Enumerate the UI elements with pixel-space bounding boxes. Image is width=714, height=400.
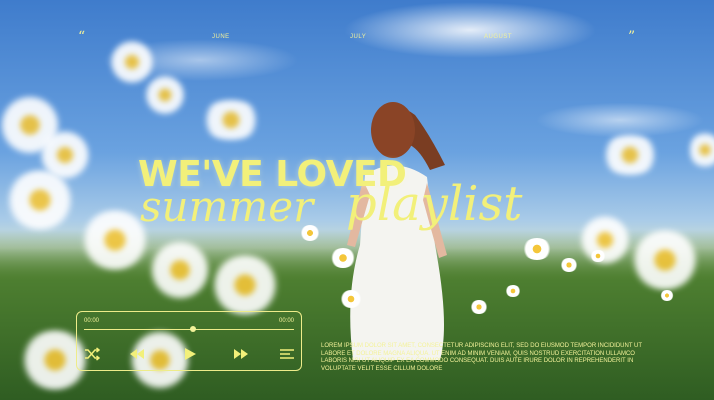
month-navigation: “ JUNE JULY AUGUST ” — [0, 29, 714, 45]
daisy — [560, 258, 578, 272]
daisy — [110, 40, 154, 84]
playlist-icon[interactable] — [279, 346, 295, 362]
daisy — [505, 285, 521, 297]
daisy — [150, 240, 210, 300]
play-icon[interactable] — [182, 346, 198, 362]
daisy — [340, 290, 362, 308]
daisy — [470, 300, 488, 314]
progress-track[interactable] — [84, 329, 294, 330]
daisy — [522, 238, 552, 260]
daisy — [660, 290, 674, 301]
daisy — [630, 230, 700, 290]
shuffle-icon[interactable] — [84, 346, 100, 362]
next-icon[interactable] — [233, 346, 249, 362]
close-quote-mark: ” — [628, 29, 636, 45]
progress-handle[interactable] — [190, 326, 197, 332]
open-quote-mark: “ — [78, 29, 86, 45]
music-player: 00:00 00:00 — [76, 311, 302, 371]
previous-icon[interactable] — [129, 346, 145, 362]
daisy — [600, 135, 660, 175]
time-elapsed: 00:00 — [84, 318, 100, 324]
script-word-summer: summer — [140, 182, 314, 231]
daisy — [5, 170, 75, 230]
month-link-june[interactable]: JUNE — [212, 34, 230, 40]
month-link-august[interactable]: AUGUST — [484, 34, 512, 40]
daisy — [210, 255, 280, 315]
daisy — [330, 248, 356, 268]
daisy — [200, 100, 262, 140]
month-link-july[interactable]: JULY — [350, 34, 366, 40]
script-word-playlist: playlist — [346, 176, 523, 232]
daisy — [145, 75, 185, 115]
time-total: 00:00 — [278, 318, 294, 324]
daisy — [690, 130, 714, 170]
description-text: Lorem ipsum dolor sit amet, consectetur … — [321, 343, 642, 372]
daisy — [590, 250, 606, 262]
